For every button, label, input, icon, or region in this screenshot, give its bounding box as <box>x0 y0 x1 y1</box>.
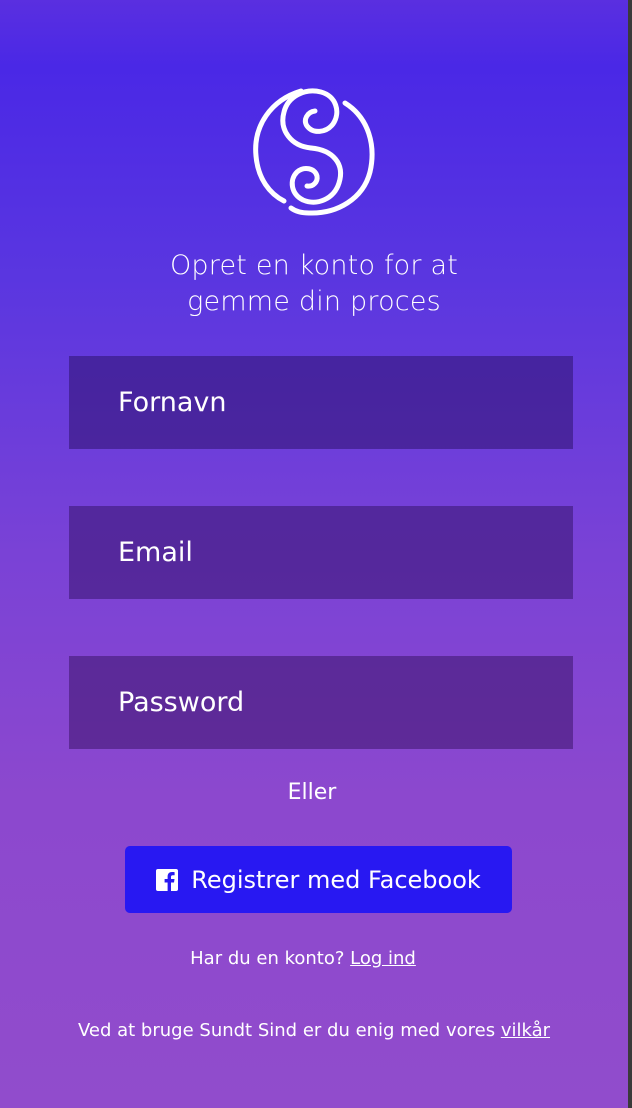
facebook-button-label: Registrer med Facebook <box>191 865 481 894</box>
terms-link[interactable]: vilkår <box>501 1020 550 1041</box>
password-field[interactable]: Password <box>69 656 573 749</box>
login-prompt-text: Har du en konto? <box>190 948 345 969</box>
signup-screen: Opret en konto for at gemme din proces F… <box>0 0 628 1108</box>
login-link[interactable]: Log ind <box>350 948 416 969</box>
signup-headline: Opret en konto for at gemme din proces <box>0 248 628 320</box>
headline-line-1: Opret en konto for at <box>169 250 459 281</box>
sundt-sind-logo-icon <box>253 88 375 216</box>
or-divider-label: Eller <box>287 780 337 805</box>
first-name-placeholder: Fornavn <box>118 387 227 418</box>
email-field[interactable]: Email <box>69 506 573 599</box>
password-placeholder: Password <box>118 687 245 718</box>
terms-notice: Ved at bruge Sundt Sind er du enig med v… <box>0 1020 628 1041</box>
facebook-signup-button[interactable]: Registrer med Facebook <box>125 846 512 913</box>
email-placeholder: Email <box>118 537 193 568</box>
login-prompt: Har du en konto? Log ind <box>0 948 606 969</box>
first-name-field[interactable]: Fornavn <box>69 356 573 449</box>
facebook-icon <box>156 868 179 891</box>
window-edge <box>628 0 632 1108</box>
terms-text: Ved at bruge Sundt Sind er du enig med v… <box>77 1020 496 1041</box>
headline-line-2: gemme din proces <box>187 286 441 317</box>
